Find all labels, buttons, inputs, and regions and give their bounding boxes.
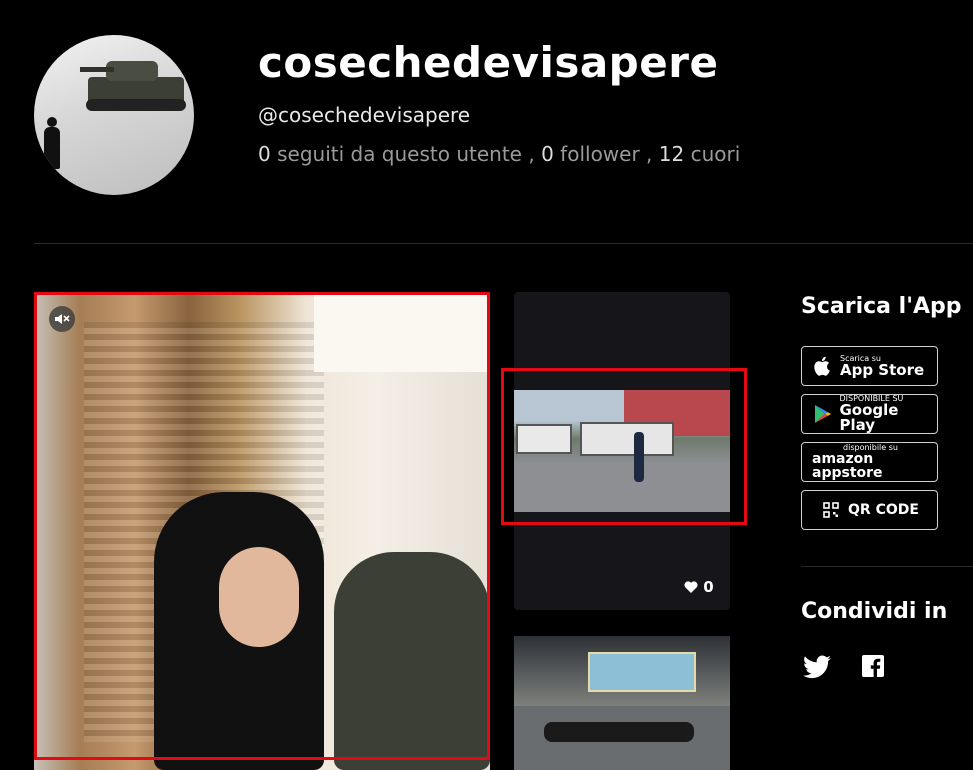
standing-man-image <box>44 117 60 169</box>
video-person-face <box>219 547 299 647</box>
apple-icon <box>812 355 834 377</box>
thumb-person <box>634 432 644 482</box>
hearts-label: cuori <box>690 142 741 166</box>
store-big-label: amazon appstore <box>812 451 883 481</box>
tank-image <box>80 61 186 111</box>
thumb-bus <box>580 422 674 456</box>
profile-name: cosechedevisapere <box>258 38 719 87</box>
amazon-appstore-text: disponibile su amazon appstore <box>812 444 929 481</box>
likes-count: 0 <box>703 578 714 596</box>
thumb-crowd <box>544 722 694 742</box>
following-label[interactable]: seguiti da questo utente <box>277 142 522 166</box>
following-count: 0 <box>258 142 271 166</box>
stats-separator: , <box>528 142 535 166</box>
qr-code-icon <box>820 499 842 521</box>
video-thumbnail[interactable] <box>514 390 730 512</box>
amazon-appstore-button[interactable]: disponibile su amazon appstore <box>801 442 938 482</box>
video-likes: 0 <box>684 578 714 596</box>
store-big-label: Google Play <box>839 401 899 434</box>
google-play-text: DISPONIBILE SU Google Play <box>840 395 938 433</box>
twitter-icon <box>803 655 831 679</box>
hearts-count: 12 <box>658 142 685 166</box>
followers-count: 0 <box>541 142 554 166</box>
profile-stats: 0 seguiti da questo utente , 0 follower … <box>258 142 740 166</box>
sidebar-divider <box>801 566 973 567</box>
header-divider <box>34 243 973 244</box>
app-store-text: Scarica su App Store <box>840 354 925 379</box>
store-big-label: App Store <box>840 360 925 379</box>
video-ceiling <box>314 292 490 372</box>
download-title: Scarica l'App <box>801 294 962 319</box>
mute-button[interactable] <box>49 306 75 332</box>
google-play-icon <box>812 403 834 425</box>
speaker-muted-icon <box>55 314 70 324</box>
main-video-player[interactable] <box>34 292 490 770</box>
video-person-officer <box>334 552 490 770</box>
thumb-billboard <box>588 652 696 692</box>
stats-separator: , <box>646 142 653 166</box>
app-store-button[interactable]: Scarica su App Store <box>801 346 938 386</box>
google-play-button[interactable]: DISPONIBILE SU Google Play <box>801 394 938 434</box>
thumb-bus <box>516 424 572 454</box>
share-title: Condividi in <box>801 599 948 624</box>
qr-code-label: QR CODE <box>848 502 919 518</box>
profile-avatar <box>34 35 194 195</box>
heart-icon <box>684 581 698 593</box>
twitter-share-button[interactable] <box>803 655 831 681</box>
qr-code-button[interactable]: QR CODE <box>801 490 938 530</box>
followers-label[interactable]: follower <box>560 142 640 166</box>
facebook-icon <box>862 655 884 677</box>
profile-handle: @cosechedevisapere <box>258 103 471 127</box>
video-card[interactable] <box>514 636 730 770</box>
facebook-share-button[interactable] <box>862 655 890 681</box>
thumb-road <box>514 464 730 512</box>
